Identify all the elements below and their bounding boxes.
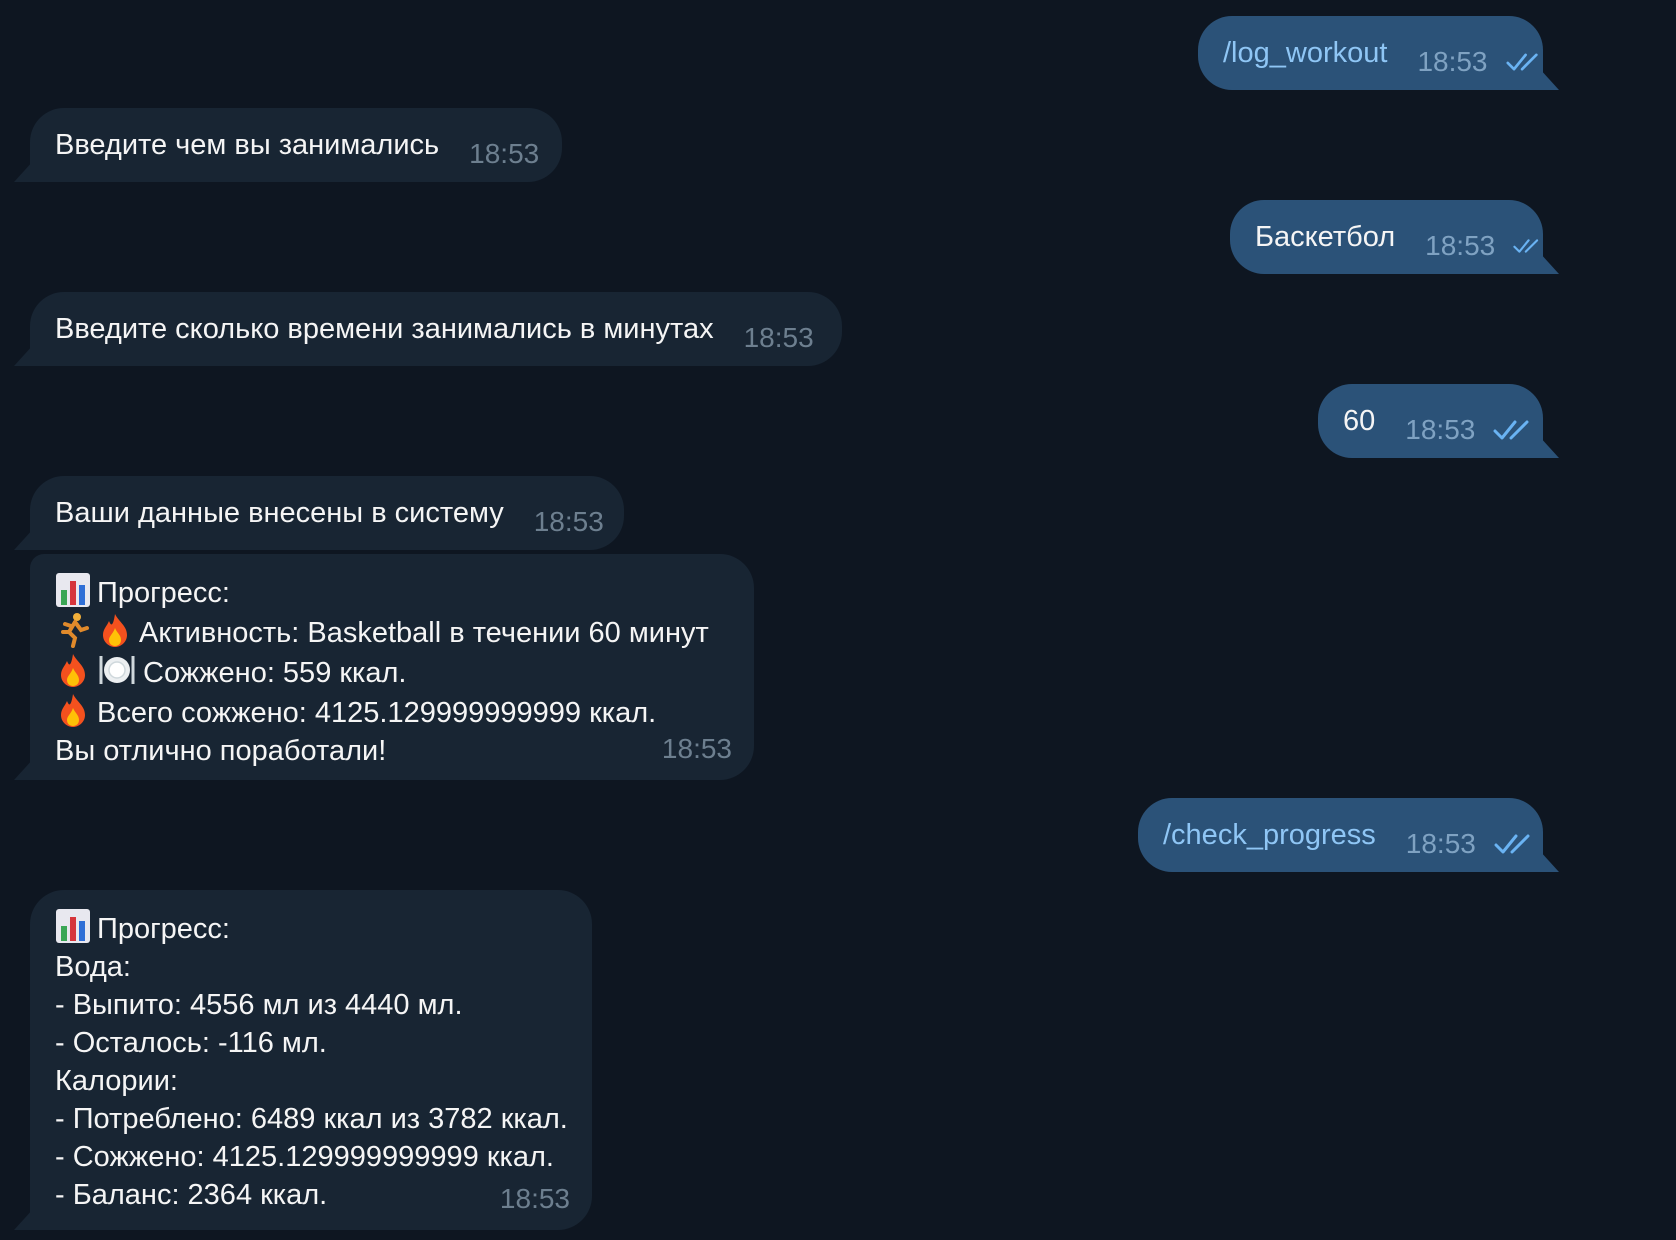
message-line: - Баланс: 2364 ккал. — [55, 1179, 328, 1211]
message-time: 18:53 — [533, 506, 604, 537]
message-line: - Осталось: -116 мл. — [55, 1027, 327, 1059]
message-text: Введите сколько времени занимались в мин… — [55, 313, 714, 345]
message-line: Вода: — [55, 951, 131, 983]
runner-emoji-icon — [61, 613, 89, 648]
read-checkmarks-icon — [1493, 420, 1529, 440]
message-line: Калории: — [55, 1065, 178, 1097]
message-time: 18:53 — [469, 138, 540, 169]
bubble-tail — [14, 528, 34, 550]
fire-emoji-icon — [61, 654, 85, 687]
message-line: Прогресс: — [55, 908, 570, 948]
message-line: Прогресс: — [55, 572, 732, 612]
message-time: 18:53 — [1425, 230, 1496, 261]
outgoing-message[interactable]: Баскетбол 18:53 — [1230, 200, 1559, 274]
bubble-tail — [1539, 68, 1559, 90]
message-text: Баскетбол — [1255, 221, 1396, 253]
incoming-message: Прогресс: Вода: - Выпито: 4556 мл из 444… — [14, 890, 592, 1230]
outgoing-message[interactable]: /log_workout 18:53 — [1198, 16, 1559, 90]
message-line: Всего сожжено: 4125.129999999999 ккал. — [55, 692, 732, 732]
line-text: Прогресс: — [97, 577, 230, 609]
bubble-tail — [1539, 850, 1559, 872]
message-line: - Выпито: 4556 мл из 4440 мл. — [55, 989, 463, 1021]
fire-emoji-icon — [61, 694, 85, 727]
bubble-tail — [1539, 436, 1559, 458]
read-checkmarks-icon — [1494, 834, 1530, 854]
message-text: Ваши данные внесены в систему — [55, 497, 504, 529]
message-time: 18:53 — [1405, 414, 1476, 445]
message-line: Вы отлично поработали! — [55, 732, 732, 770]
bubble-tail — [14, 1208, 34, 1230]
line-text: Прогресс: — [97, 913, 230, 945]
plate-emoji-icon — [99, 656, 135, 684]
bubble-tail — [1539, 252, 1559, 274]
message-text: Введите чем вы занимались — [55, 129, 440, 161]
incoming-message: Ваши данные внесены в систему 18:53 — [14, 476, 624, 550]
message-line: Сожжено: 559 ккал. — [55, 652, 732, 692]
bubble-tail — [14, 344, 34, 366]
message-time: 18:53 — [499, 1183, 570, 1214]
message-text: 60 — [1343, 405, 1376, 437]
message-time: 18:53 — [1417, 46, 1488, 77]
chat-history: /log_workout 18:53 Введите чем вы занима… — [0, 0, 1676, 1240]
bubble-tail — [14, 160, 34, 182]
command-link[interactable]: /check_progress — [1163, 816, 1376, 854]
read-checkmarks-icon — [1505, 53, 1538, 71]
incoming-message: Введите сколько времени занимались в мин… — [14, 292, 842, 366]
outgoing-message[interactable]: 60 18:53 — [1318, 384, 1559, 458]
message-time: 18:53 — [743, 322, 814, 353]
message-line: - Сожжено: 4125.129999999999 ккал. — [55, 1141, 554, 1173]
outgoing-message[interactable]: /check_progress 18:53 — [1138, 798, 1559, 872]
chart-emoji-icon — [56, 909, 90, 943]
message-line: Активность: Basketball в течении 60 мину… — [55, 612, 732, 652]
line-text: Всего сожжено: 4125.129999999999 ккал. — [97, 697, 657, 729]
message-time: 18:53 — [661, 733, 732, 764]
chart-emoji-icon — [56, 573, 90, 607]
incoming-message: Прогресс: Активность: Basketball в течен… — [14, 554, 754, 780]
bubble-tail — [14, 758, 34, 780]
command-link[interactable]: /log_workout — [1223, 34, 1387, 72]
line-text: Вы отлично поработали! — [55, 735, 387, 767]
line-text: Сожжено: 559 ккал. — [143, 657, 407, 689]
message-time: 18:53 — [1405, 828, 1476, 859]
fire-emoji-icon — [103, 614, 127, 647]
incoming-message: Введите чем вы занимались 18:53 — [14, 108, 562, 182]
message-line: - Потреблено: 6489 ккал из 3782 ккал. — [55, 1103, 568, 1135]
line-text: Активность: Basketball в течении 60 мину… — [139, 617, 709, 649]
